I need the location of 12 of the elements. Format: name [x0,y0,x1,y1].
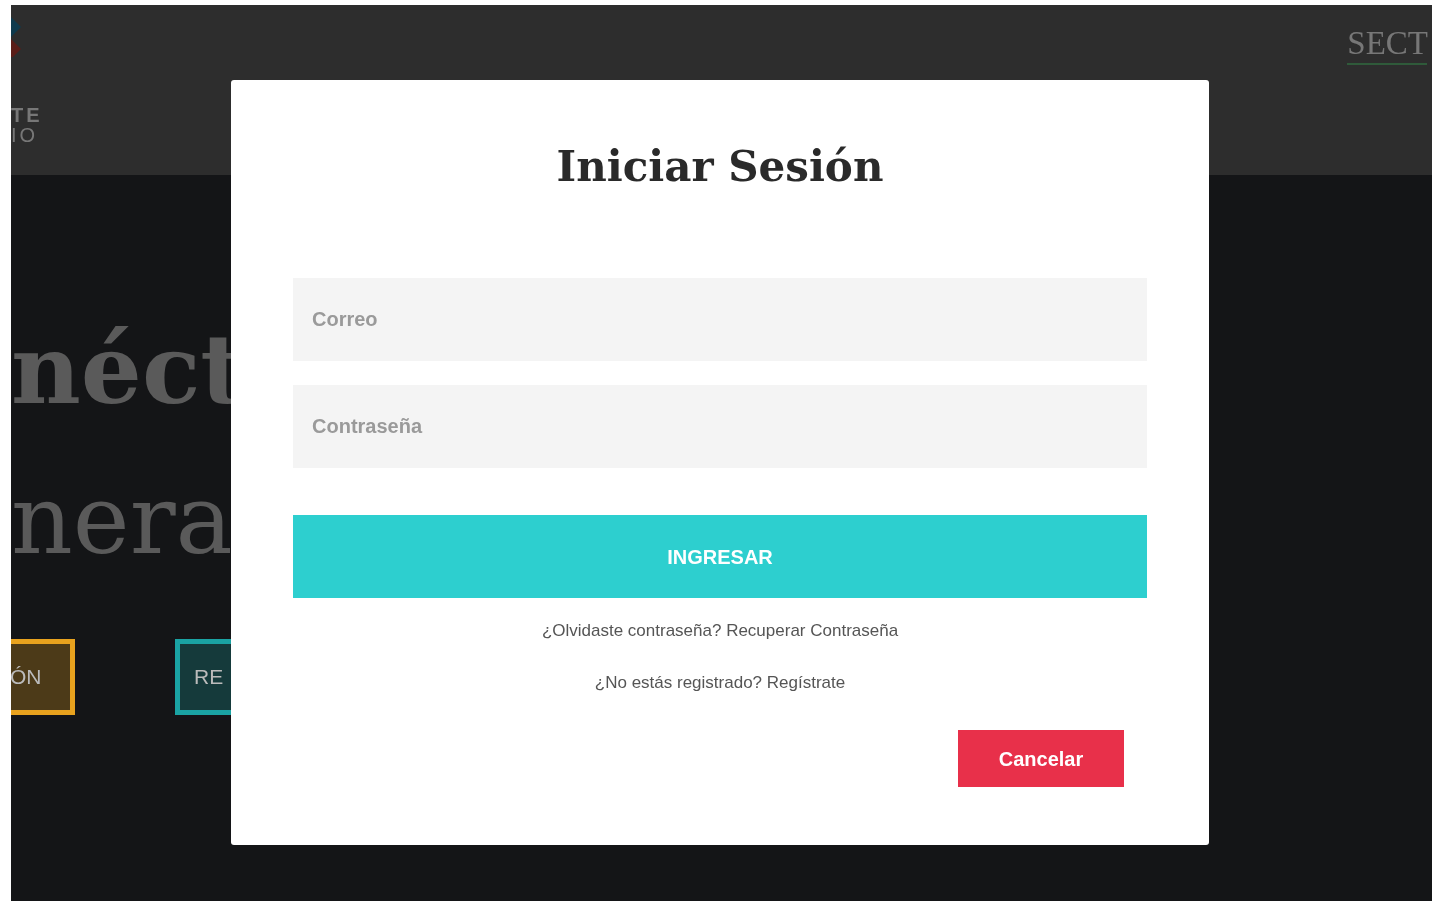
password-field[interactable]: Contraseña [293,385,1147,469]
hero-heading: néct [11,312,245,428]
modal-title: Iniciar Sesión [556,142,884,193]
link[interactable]: ¿No estás registrado? Regístrate [594,669,846,696]
logo-text: TE [11,105,43,125]
email-field[interactable]: Correo [293,278,1147,362]
background-button[interactable]: ÓN [11,639,75,715]
cancel-button[interactable]: Cancelar [958,730,1124,788]
agency-logo-text: SECT [1347,27,1428,60]
hero-heading: nera [11,463,233,578]
logo-text: IO [11,125,40,145]
link[interactable]: ¿Olvidaste contraseña? Recuperar Contraseña [541,618,899,644]
